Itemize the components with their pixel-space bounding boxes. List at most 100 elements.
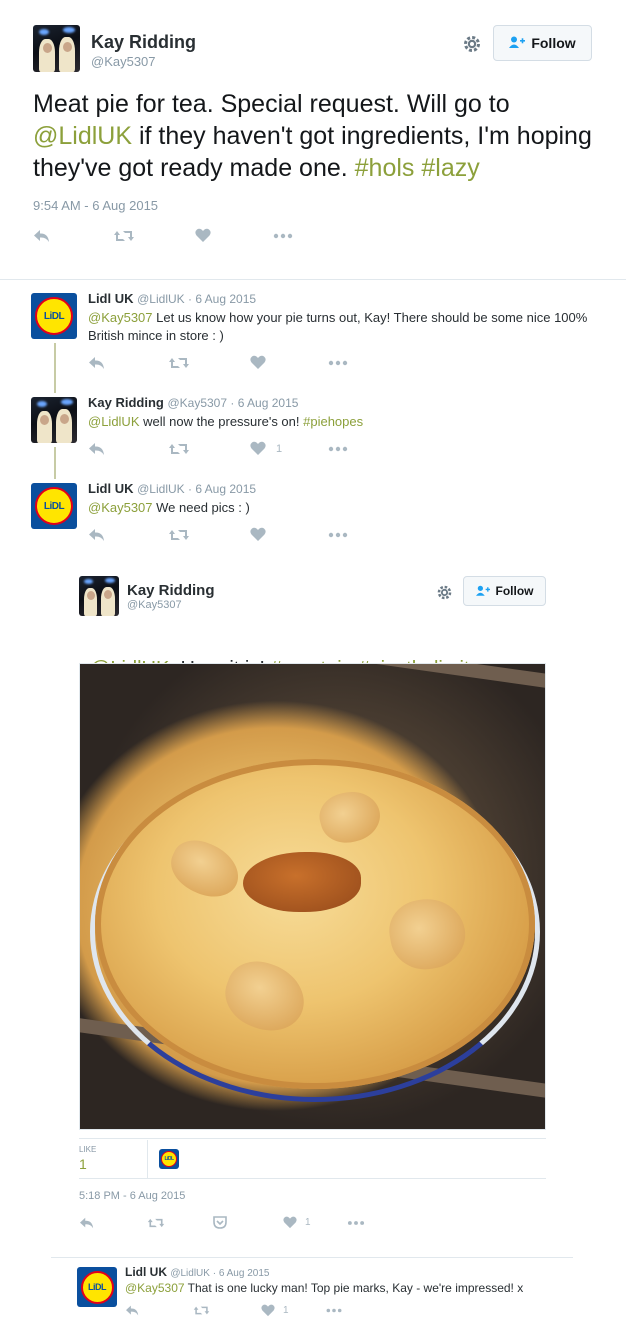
kay-avatar[interactable] — [79, 576, 119, 616]
heart-icon[interactable]: 1 — [261, 1304, 289, 1317]
reply-header: Lidl UK @LidlUK · 6 Aug 2015 — [88, 481, 256, 496]
like-count: 1 — [276, 442, 283, 455]
embedded-author-handle[interactable]: @Kay5307 — [127, 599, 182, 611]
reply-actions: 1 — [88, 441, 358, 459]
heart-icon[interactable] — [250, 355, 266, 370]
reply-body: That is one lucky man! Top pie marks, Ka… — [184, 1281, 524, 1295]
reply-icon[interactable] — [125, 1304, 140, 1317]
retweet-icon[interactable] — [168, 355, 190, 371]
lidl-avatar[interactable]: LiDL — [31, 483, 77, 529]
more-icon[interactable] — [347, 1216, 365, 1230]
reply-meta: @Kay5307 · 6 Aug 2015 — [167, 396, 299, 410]
hashtag-piehopes[interactable]: #piehopes — [303, 414, 363, 429]
reply-text: @Kay5307 Let us know how your pie turns … — [88, 309, 598, 345]
author-handle[interactable]: @Kay5307 — [91, 54, 156, 69]
likes-count[interactable]: 1 — [79, 1156, 96, 1172]
reply-icon[interactable] — [88, 527, 106, 543]
author-name[interactable]: Kay Ridding — [91, 32, 196, 53]
kay-avatar[interactable] — [31, 397, 77, 443]
thread-connector — [54, 447, 56, 479]
divider — [79, 1138, 546, 1139]
retweet-icon[interactable] — [168, 527, 190, 543]
reply-header: Kay Ridding @Kay5307 · 6 Aug 2015 — [88, 395, 298, 410]
embedded-actions: 1 — [79, 1216, 379, 1232]
embedded-author-name[interactable]: Kay Ridding — [127, 582, 215, 599]
likes-block: LIKE 1 — [79, 1145, 96, 1172]
reply-header: Lidl UK @LidlUK · 6 Aug 2015 — [125, 1265, 269, 1279]
tweet-page: { "main_tweet": { "display_name": "Kay R… — [0, 0, 626, 1330]
more-icon[interactable] — [325, 1304, 343, 1317]
reply-header: Lidl UK @LidlUK · 6 Aug 2015 — [88, 291, 256, 306]
more-icon[interactable] — [328, 527, 348, 543]
follow-label: Follow — [531, 35, 576, 51]
retweet-icon[interactable] — [168, 441, 190, 457]
lidl-avatar[interactable]: LiDL — [31, 293, 77, 339]
liker-lidl-avatar[interactable]: LiDL — [159, 1149, 179, 1169]
tweet-text: Meat pie for tea. Special request. Will … — [33, 88, 593, 184]
pie-photo[interactable] — [79, 663, 546, 1130]
lidl-logo-text: LiDL — [43, 310, 65, 322]
pie-crust — [95, 759, 535, 1089]
divider — [0, 279, 626, 280]
more-icon[interactable] — [328, 355, 348, 371]
embedded-timestamp[interactable]: 5:18 PM - 6 Aug 2015 — [79, 1190, 185, 1202]
follow-person-icon — [509, 36, 526, 51]
follow-button[interactable]: Follow — [463, 576, 546, 606]
reply-icon[interactable] — [88, 441, 106, 457]
divider — [51, 1257, 573, 1258]
retweet-icon[interactable] — [147, 1216, 165, 1230]
reply-actions — [88, 355, 358, 373]
reply-actions: 1 — [125, 1304, 355, 1320]
lidl-logo-text: LiDL — [164, 1156, 174, 1162]
divider-vertical — [147, 1140, 148, 1178]
mention-link[interactable]: @LidlUK — [33, 122, 132, 150]
lidl-avatar[interactable]: LiDL — [77, 1267, 117, 1307]
follow-label: Follow — [495, 584, 534, 598]
follow-button[interactable]: Follow — [493, 25, 592, 61]
lidl-logo-text: LiDL — [88, 1282, 107, 1292]
retweet-icon[interactable] — [113, 228, 135, 244]
hashtag-hols[interactable]: #hols — [355, 154, 415, 182]
mention-link[interactable]: @Kay5307 — [125, 1281, 185, 1295]
tweet-text-part: Meat pie for tea. Special request. Will … — [33, 90, 510, 118]
reply-meta: @LidlUK · 6 Aug 2015 — [170, 1268, 270, 1279]
reply-body: well now the pressure's on! — [139, 414, 304, 429]
more-icon[interactable] — [273, 228, 293, 244]
heart-icon[interactable]: 1 — [250, 441, 282, 456]
lidl-logo-text: LiDL — [43, 500, 65, 512]
reply-icon[interactable] — [88, 355, 106, 371]
heart-icon[interactable] — [195, 228, 211, 243]
divider — [79, 1178, 546, 1179]
likes-label: LIKE — [79, 1145, 97, 1154]
mention-link[interactable]: @Kay5307 — [88, 310, 153, 325]
retweet-icon[interactable] — [193, 1304, 210, 1317]
mention-link[interactable]: @LidlUK — [88, 414, 140, 429]
reply-author-name[interactable]: Lidl UK — [88, 481, 134, 496]
tweet-actions — [33, 228, 303, 248]
settings-gear-icon[interactable] — [434, 582, 454, 602]
like-count: 1 — [305, 1217, 311, 1228]
reply-author-name[interactable]: Lidl UK — [125, 1265, 167, 1279]
settings-gear-icon[interactable] — [460, 32, 484, 56]
reply-author-name[interactable]: Kay Ridding — [88, 395, 164, 410]
kay-avatar[interactable] — [33, 25, 80, 72]
hashtag-lazy[interactable]: #lazy — [421, 154, 479, 182]
reply-text: @Kay5307 That is one lucky man! Top pie … — [125, 1280, 585, 1296]
more-icon[interactable] — [328, 441, 348, 457]
reply-author-name[interactable]: Lidl UK — [88, 291, 134, 306]
thread-connector — [54, 343, 56, 393]
reply-text: @Kay5307 We need pics : ) — [88, 499, 598, 517]
reply-text: @LidlUK well now the pressure's on! #pie… — [88, 413, 598, 431]
pocket-icon[interactable] — [213, 1216, 227, 1229]
reply-icon[interactable] — [33, 228, 51, 244]
gravy-spot — [243, 852, 361, 912]
mention-link[interactable]: @Kay5307 — [88, 500, 153, 515]
reply-body: Let us know how your pie turns out, Kay!… — [88, 310, 588, 343]
reply-meta: @LidlUK · 6 Aug 2015 — [137, 482, 257, 496]
heart-icon[interactable]: 1 — [283, 1216, 311, 1229]
reply-body: We need pics : ) — [152, 500, 250, 515]
tweet-timestamp[interactable]: 9:54 AM - 6 Aug 2015 — [33, 198, 158, 213]
follow-person-icon — [475, 584, 490, 599]
reply-icon[interactable] — [79, 1216, 95, 1230]
heart-icon[interactable] — [250, 527, 266, 542]
